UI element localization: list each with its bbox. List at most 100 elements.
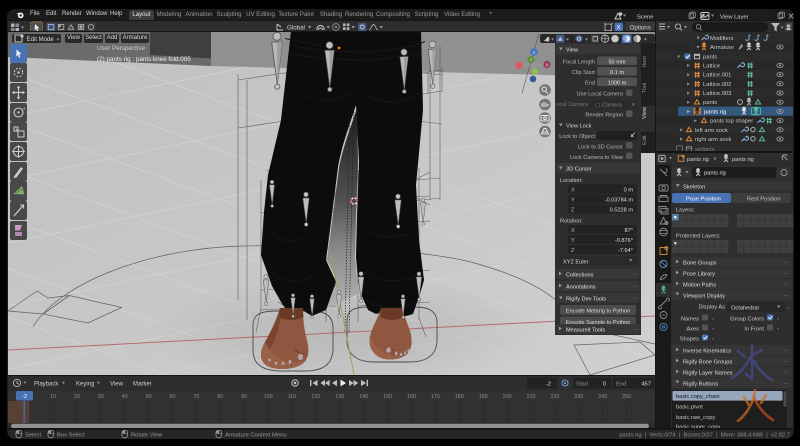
svg-text:basic.raw_copy: basic.raw_copy [676,415,715,421]
svg-text:Y: Y [529,57,532,62]
svg-text:Lattice: Lattice [703,63,720,69]
svg-text:--: -- [633,296,637,302]
svg-text:50 mm: 50 mm [608,60,625,66]
svg-text:Viewport Display: Viewport Display [683,293,725,299]
svg-text:Render Region: Render Region [585,113,623,119]
svg-text:0: 0 [603,382,606,388]
svg-text:Armature Context Menu: Armature Context Menu [225,432,287,438]
svg-text:Rotation:: Rotation: [560,219,583,225]
svg-text:180: 180 [455,394,464,400]
svg-text:pants: pants [703,100,717,106]
svg-text:X: X [545,63,548,68]
svg-text:Group Colors: Group Colors [730,316,764,322]
svg-text:Protected Layers:: Protected Layers: [676,234,721,240]
svg-text:X: X [571,228,575,234]
svg-text:140: 140 [359,394,368,400]
svg-text:Rest Position: Rest Position [747,196,781,202]
svg-text:Pose Position: Pose Position [686,196,721,202]
svg-text:Axes: Axes [686,326,699,332]
svg-text:--: -- [633,327,637,333]
svg-text:Focal Length: Focal Length [563,60,595,66]
svg-text:•: • [777,326,779,332]
svg-text:60: 60 [170,394,176,400]
svg-text:230: 230 [574,394,583,400]
svg-text:Y: Y [571,197,575,203]
svg-text:•: • [777,316,779,322]
svg-text:left arm sock: left arm sock [695,128,728,134]
svg-text:Playback: Playback [34,381,59,387]
svg-text:130: 130 [335,394,344,400]
svg-text:Armature: Armature [710,45,734,51]
svg-text:240: 240 [598,394,607,400]
svg-text:Lattice.002: Lattice.002 [703,82,731,88]
svg-text:pants rig | Verts:0/74 | B: pants rig | Verts:0/74 | Bones:0/37 | Me… [619,432,790,438]
svg-text:Rigify Buttons: Rigify Buttons [683,381,718,387]
svg-text:right arm sock: right arm sock [695,137,732,143]
svg-text:View Lock: View Lock [566,124,592,130]
svg-text:Names: Names [681,316,699,322]
svg-text:Clip Start: Clip Start [572,70,595,76]
svg-text:Layers:: Layers: [676,208,695,214]
svg-text:Pose Library: Pose Library [683,271,715,277]
svg-text:Lattice.003: Lattice.003 [703,91,731,97]
svg-text:110: 110 [288,394,297,400]
svg-text:View: View [110,381,124,387]
svg-text:-2: -2 [546,382,551,388]
svg-text:Shapes: Shapes [680,336,699,342]
svg-text:In Front: In Front [744,326,764,332]
svg-text:✕: ✕ [631,102,636,108]
svg-text:Lock to Object: Lock to Object [559,134,595,140]
svg-text:Location:: Location: [560,178,583,184]
svg-text:Global: Global [287,24,305,31]
svg-text:Bone Groups: Bone Groups [683,260,717,266]
svg-text:View: View [566,48,579,54]
svg-text:pants: pants [703,55,717,61]
svg-text:-7.64°: -7.64° [618,248,633,254]
svg-text:•: • [712,336,714,342]
svg-text:3D Cursor: 3D Cursor [566,167,592,173]
svg-text:Motion Paths: Motion Paths [683,282,716,288]
svg-text:0.1 m: 0.1 m [610,70,624,76]
svg-text:Z: Z [571,248,575,254]
svg-text:210: 210 [527,394,536,400]
svg-text:Z: Z [571,207,575,213]
svg-text:X: X [617,24,621,31]
svg-text:--: -- [784,282,788,288]
svg-text:457: 457 [641,382,651,388]
svg-text:Measureit Tools: Measureit Tools [566,328,605,334]
svg-text:30: 30 [98,394,104,400]
svg-text:XYZ Euler: XYZ Euler [563,259,589,265]
svg-text:220: 220 [550,394,559,400]
svg-text:90: 90 [241,394,247,400]
svg-text:1000 m: 1000 m [608,81,627,87]
svg-text:70: 70 [193,394,199,400]
svg-text:-0.03784 m: -0.03784 m [605,197,634,203]
svg-text:Marker: Marker [133,381,152,387]
svg-text:200: 200 [503,394,512,400]
svg-text:Box Select: Box Select [57,432,85,438]
svg-text:•: • [712,326,714,332]
svg-text:Keying: Keying [76,381,94,387]
svg-text:•: • [787,306,789,312]
svg-text:basic.pivot: basic.pivot [676,404,703,410]
svg-text:Collections: Collections [566,273,594,279]
svg-text:--: -- [784,260,788,266]
svg-text:Select: Select [25,432,42,438]
svg-text:End: End [585,81,595,87]
svg-text:pants rig: pants rig [704,171,726,177]
svg-text:X: X [571,187,575,193]
svg-text:pants rig: pants rig [687,157,709,163]
svg-text:-0.876°: -0.876° [615,238,633,244]
svg-text:190: 190 [479,394,488,400]
svg-text:--: -- [633,284,637,290]
svg-text:Octahedral: Octahedral [731,306,759,312]
svg-text:50: 50 [146,394,152,400]
svg-text:Modifiers: Modifiers [710,36,734,42]
svg-text:Display As: Display As [698,305,725,311]
svg-text:120: 120 [311,394,320,400]
svg-text:80: 80 [217,394,223,400]
svg-text:Z: Z [533,50,536,55]
svg-text:Use Local Camera: Use Local Camera [577,92,624,98]
svg-text:•: • [712,316,714,322]
svg-text:40: 40 [122,394,128,400]
